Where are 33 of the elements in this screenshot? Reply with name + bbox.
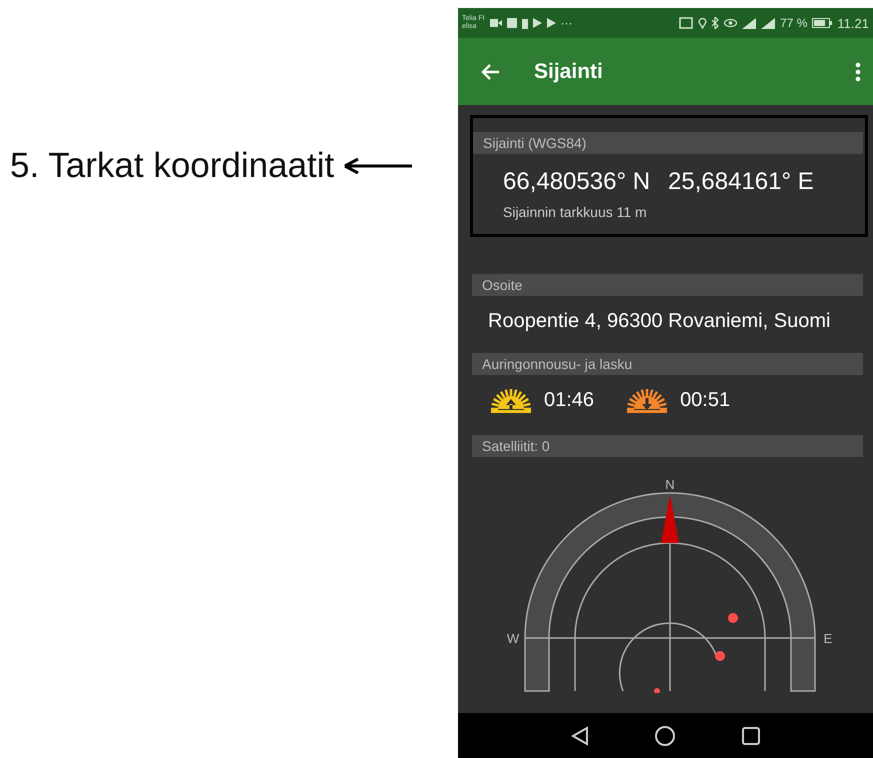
west-label: W: [506, 631, 520, 646]
eye-icon: [724, 18, 738, 28]
section-header: Sijainti (WGS84): [473, 132, 863, 154]
longitude-value: 25,684161° E: [668, 168, 814, 196]
sunset-time: 00:51: [680, 388, 730, 412]
overflow-menu-button[interactable]: [855, 62, 861, 82]
screen-title: Sijainti: [534, 60, 604, 84]
location-icon: [698, 17, 708, 29]
signal-icon: [761, 18, 776, 28]
battery-percent: 77 %: [780, 16, 808, 30]
address-value: Roopentie 4, 96300 Rovaniemi, Suomi: [488, 310, 832, 333]
section-header: Auringonnousu- ja lasku: [472, 353, 863, 375]
annotation-label: 5. Tarkat koordinaatit: [10, 146, 334, 186]
signal-icon: [742, 18, 756, 28]
section-header: Satelliitit: 0: [472, 435, 863, 457]
section-header: Osoite: [472, 274, 863, 296]
clock-time: 11.21: [837, 16, 869, 30]
square-app-icon: [506, 18, 517, 28]
more-notifications: ···: [560, 16, 573, 30]
video-icon: [490, 19, 502, 27]
bluetooth-icon: [712, 17, 720, 29]
nav-back-button[interactable]: [570, 726, 589, 746]
battery-small-icon: [522, 18, 528, 28]
east-label: E: [824, 631, 832, 646]
north-label: N: [665, 477, 675, 492]
battery-icon: [812, 18, 832, 28]
home-button[interactable]: [654, 724, 676, 746]
sunrise-time: 01:46: [544, 388, 594, 412]
accuracy-text: Sijainnin tarkkuus 11 m: [503, 204, 648, 222]
back-button[interactable]: [480, 62, 500, 80]
latitude-value: 66,480536° N: [503, 168, 650, 196]
pointer-arrow: [344, 158, 412, 174]
recents-button[interactable]: [742, 726, 760, 744]
